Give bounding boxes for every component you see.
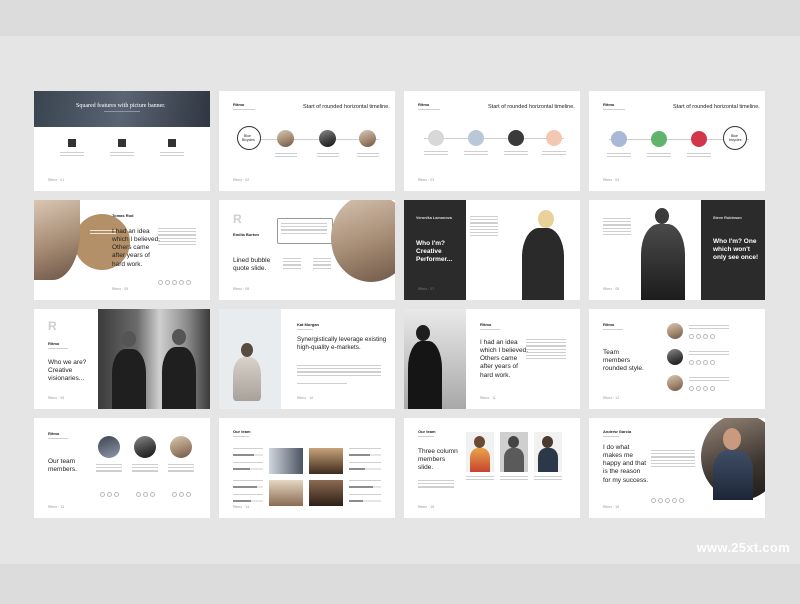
portrait-photo	[34, 200, 80, 280]
slide-title: Our team	[418, 429, 436, 434]
quote-text: Who we are? Creative visionaries...	[48, 359, 87, 383]
brand-label: Ritmo	[603, 322, 615, 327]
slide-our-team-skills[interactable]: Our team Ritmo · 14	[219, 418, 395, 518]
slide-quote-tomas[interactable]: Tomas Rod I had an idea which I believed…	[34, 200, 210, 300]
portrait-body	[522, 228, 564, 300]
quote-text: I do what makes me happy and that is the…	[603, 444, 649, 484]
slide-idea-quote[interactable]: Ritmo I had an idea which I believed. Ot…	[404, 309, 580, 409]
feature-icon	[118, 139, 126, 147]
slide-andrew-garcia[interactable]: Andrew Garcia I do what makes me happy a…	[589, 418, 765, 518]
slide-kat-morgan[interactable]: Kat Morgan Synergistically leverage exis…	[219, 309, 395, 409]
brand-label: Ritmo	[603, 102, 615, 107]
timeline-photo	[359, 130, 376, 147]
brand-label: Ritmo	[418, 102, 430, 107]
quote-text: Who I'm? One which won't only see once!	[713, 238, 759, 262]
quote-text: Lined bubble quote slide.	[233, 257, 271, 273]
logo-mark: R	[48, 319, 57, 333]
slide-creative-performer[interactable]: Veronika Lamonova Who I'm? Creative Perf…	[404, 200, 580, 300]
member-photo	[667, 375, 683, 391]
timeline-icon	[546, 130, 562, 146]
timeline-icon	[651, 131, 667, 147]
quote-text: Our team members.	[48, 458, 77, 474]
quote-text: I had an idea which I believed. Others c…	[480, 339, 529, 379]
portrait-head	[655, 208, 669, 224]
person-name: Emilia Burton	[233, 232, 260, 237]
feature-icon	[68, 139, 76, 147]
member-photo	[269, 480, 303, 506]
member-photo	[667, 349, 683, 365]
timeline-photo	[277, 130, 294, 147]
portrait-photo	[331, 200, 395, 282]
timeline-icon	[508, 130, 524, 146]
member-photo	[98, 436, 120, 458]
timeline-icon	[611, 131, 627, 147]
timeline-icon	[468, 130, 484, 146]
member-photo	[170, 436, 192, 458]
portrait-head	[538, 210, 554, 228]
brand-label: Ritmo	[480, 322, 492, 327]
site-watermark: www.25xt.com	[696, 540, 790, 555]
slide-title: Start of rounded horizontal timeline.	[488, 104, 575, 110]
timeline-icon	[428, 130, 444, 146]
member-photo	[667, 323, 683, 339]
slide-timeline-end[interactable]: Ritmo Start of rounded horizontal timeli…	[589, 91, 765, 191]
slide-who-we-are[interactable]: R Ritmo Who we are? Creative visionaries…	[34, 309, 210, 409]
slide-three-column-members[interactable]: Our team Three column members slide. Rit…	[404, 418, 580, 518]
person-name: Kat Morgan	[297, 322, 319, 327]
person-name: Andrew Garcia	[603, 429, 632, 434]
slide-title: Start of rounded horizontal timeline.	[303, 104, 390, 110]
member-photo	[134, 436, 156, 458]
slide-timeline-start[interactable]: Ritmo Start of rounded horizontal timeli…	[219, 91, 395, 191]
quote-text: Three column members slide.	[418, 448, 458, 472]
slide-bubble-quote[interactable]: R Emilia Burton Lined bubble quote slide…	[219, 200, 395, 300]
brand-label: Ritmo	[48, 341, 60, 346]
member-photo	[269, 448, 303, 474]
person-name: Veronika Lamonova	[416, 216, 452, 220]
banner-title: Squared features with picture banner.	[76, 103, 166, 109]
quote-text: Who I'm? Creative Performer...	[416, 240, 453, 264]
timeline-photo	[319, 130, 336, 147]
quote-text: I had an idea which I believed. Others c…	[112, 228, 161, 268]
slide-title: Start of rounded horizontal timeline.	[673, 104, 760, 110]
quote-text: Synergistically leverage existing high-q…	[297, 336, 387, 351]
slide-timeline-icons[interactable]: Ritmo Start of rounded horizontal timeli…	[404, 91, 580, 191]
person-name: Tomas Rod	[112, 213, 134, 218]
slide-picture-banner[interactable]: Squared features with picture banner. Ri…	[34, 91, 210, 191]
slide-who-im[interactable]: Steve Robinson Who I'm? One which won't …	[589, 200, 765, 300]
feature-icon	[168, 139, 176, 147]
quote-text: Team members rounded style.	[603, 349, 644, 373]
person-name: Steve Robinson	[713, 216, 742, 220]
member-photo	[309, 448, 343, 474]
logo-mark: R	[233, 212, 242, 226]
timeline-icon	[691, 131, 707, 147]
slide-our-team-members[interactable]: Ritmo Our team members. Ritmo · 13	[34, 418, 210, 518]
slide-team-rounded[interactable]: Ritmo Team members rounded style. Ritmo …	[589, 309, 765, 409]
slide-thumbnail-grid: Squared features with picture banner. Ri…	[34, 91, 765, 521]
slide-title: Our team	[233, 429, 251, 434]
presentation-preview-board: Squared features with picture banner. Ri…	[0, 36, 800, 564]
brand-label: Ritmo	[48, 431, 60, 436]
portrait-body	[641, 224, 685, 300]
brand-label: Ritmo	[233, 102, 245, 107]
member-photo	[309, 480, 343, 506]
